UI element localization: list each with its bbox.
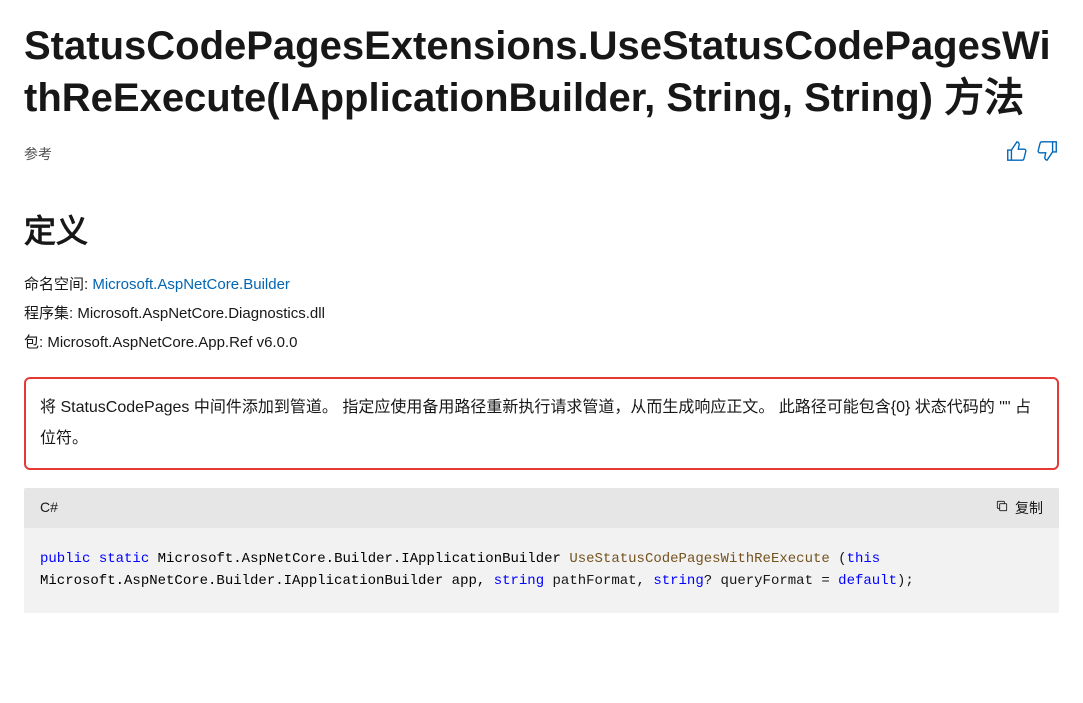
package-value: Microsoft.AspNetCore.App.Ref v6.0.0 — [47, 334, 297, 351]
package-row: 包: Microsoft.AspNetCore.App.Ref v6.0.0 — [24, 332, 1059, 353]
assembly-label: 程序集: — [24, 305, 73, 322]
param1: pathFormat, — [544, 573, 653, 589]
code-end: ); — [897, 573, 914, 589]
namespace-link[interactable]: Microsoft.AspNetCore.Builder — [92, 276, 290, 293]
code-header: C# 复制 — [24, 488, 1059, 528]
definition-heading: 定义 — [24, 209, 1059, 254]
assembly-value: Microsoft.AspNetCore.Diagnostics.dll — [77, 305, 325, 322]
thumbs-down-icon[interactable] — [1037, 140, 1059, 169]
paren-open: ( — [830, 551, 847, 567]
param-type: Microsoft.AspNetCore.Builder.IApplicatio… — [40, 573, 494, 589]
copy-button[interactable]: 复制 — [995, 498, 1043, 518]
description-box: 将 StatusCodePages 中间件添加到管道。 指定应使用备用路径重新执… — [24, 377, 1059, 470]
code-block: C# 复制 public static Microsoft.AspNetCore… — [24, 488, 1059, 613]
namespace-row: 命名空间: Microsoft.AspNetCore.Builder — [24, 274, 1059, 295]
package-label: 包: — [24, 334, 43, 351]
code-body: public static Microsoft.AspNetCore.Build… — [24, 528, 1059, 613]
method-name: UseStatusCodePagesWithReExecute — [569, 551, 829, 567]
kw-this: this — [847, 551, 881, 567]
thumbs-up-icon[interactable] — [1005, 140, 1027, 169]
title-text: StatusCodePagesExtensions.UseStatusCodeP… — [24, 24, 1051, 120]
param2: ? queryFormat = — [704, 573, 838, 589]
page-title: StatusCodePagesExtensions.UseStatusCodeP… — [24, 20, 1059, 124]
code-language: C# — [40, 498, 58, 518]
kw-static: static — [99, 551, 149, 567]
assembly-row: 程序集: Microsoft.AspNetCore.Diagnostics.dl… — [24, 303, 1059, 324]
feedback-icons — [1005, 140, 1059, 169]
kw-string2: string — [653, 573, 703, 589]
copy-icon — [995, 499, 1009, 516]
title-suffix: 方法 — [944, 76, 1024, 120]
namespace-label: 命名空间: — [24, 276, 88, 293]
reference-label: 参考 — [24, 145, 52, 165]
return-type: Microsoft.AspNetCore.Builder.IApplicatio… — [158, 551, 561, 567]
kw-string1: string — [494, 573, 544, 589]
subtitle-row: 参考 — [24, 140, 1059, 169]
copy-label: 复制 — [1015, 498, 1043, 518]
kw-default: default — [838, 573, 897, 589]
kw-public: public — [40, 551, 90, 567]
